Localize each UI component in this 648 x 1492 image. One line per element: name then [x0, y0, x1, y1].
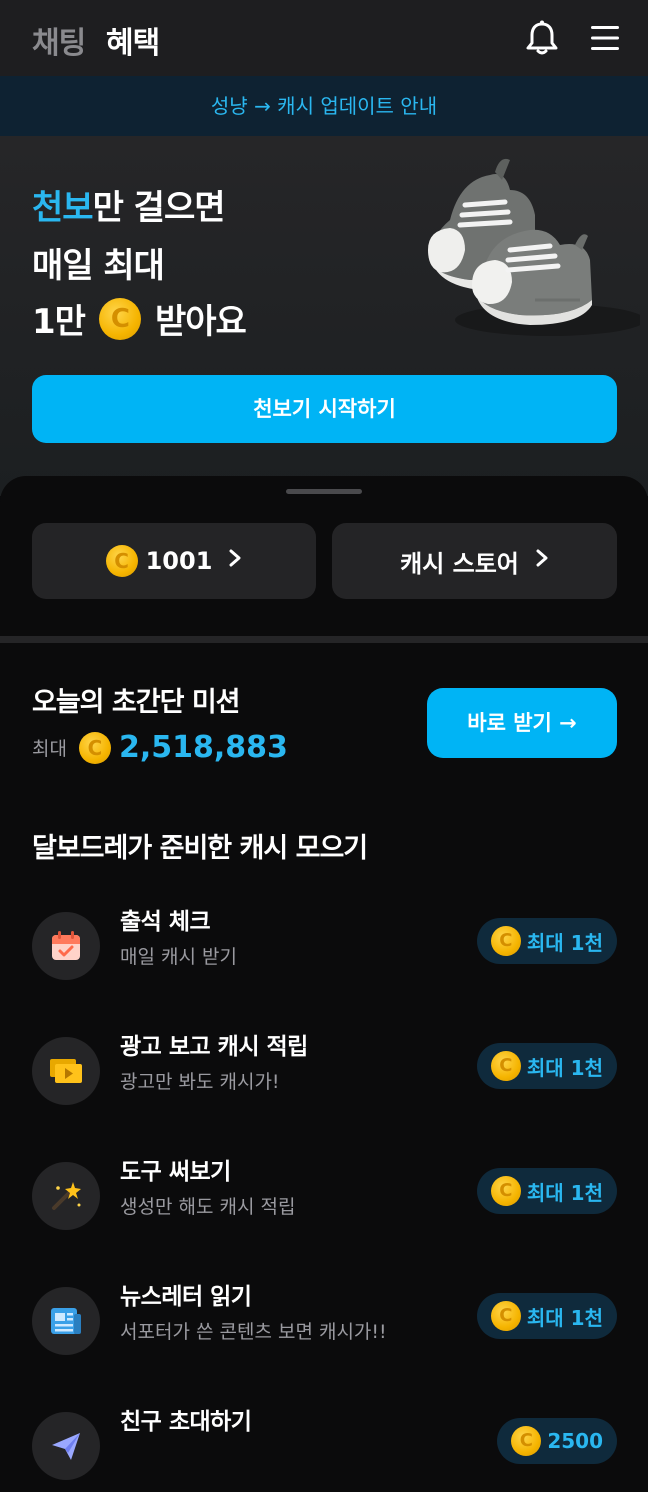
list-item-attendance[interactable]: 출석 체크 매일 캐시 받기 최대 1천 — [0, 902, 648, 992]
hero-line-2: 매일 최대 — [32, 246, 165, 286]
chevron-right-icon — [535, 548, 549, 574]
magic-wand-icon — [32, 1162, 100, 1230]
list-item-invite-friend[interactable]: 친구 초대하기 2500 — [0, 1402, 648, 1492]
item-title: 뉴스레터 읽기 — [120, 1284, 252, 1310]
hero-line-3-suffix: 받아요 — [154, 302, 247, 342]
list-item-newsletter[interactable]: 뉴스레터 읽기 서포터가 쓴 콘텐츠 보면 캐시가!! 최대 1천 — [0, 1277, 648, 1367]
reward-text: 최대 1천 — [526, 930, 603, 955]
item-title: 도구 써보기 — [120, 1159, 231, 1185]
coin-icon — [105, 545, 138, 577]
coin-icon — [490, 1301, 521, 1331]
reward-badge: 최대 1천 — [476, 1293, 617, 1339]
calendar-icon — [32, 912, 100, 980]
get-now-button[interactable]: 바로 받기 → — [427, 688, 617, 758]
tab-chatting[interactable]: 채팅 — [32, 18, 86, 62]
list-item-ad-reward[interactable]: 광고 보고 캐시 적립 광고만 봐도 캐시가! 최대 1천 — [0, 1027, 648, 1117]
reward-text: 최대 1천 — [526, 1180, 603, 1205]
item-subtitle: 매일 캐시 받기 — [120, 946, 237, 968]
cash-balance-value: 1001 — [145, 547, 213, 575]
hero-accent-text: 천보 — [32, 188, 94, 228]
hamburger-menu-icon[interactable] — [586, 18, 626, 58]
chevron-right-icon — [228, 548, 242, 574]
mission-amount: 2,518,883 — [118, 730, 288, 765]
mission-max-label: 최대 — [32, 738, 67, 760]
reward-badge: 최대 1천 — [476, 1168, 617, 1214]
item-title: 광고 보고 캐시 적립 — [120, 1034, 308, 1060]
reward-text: 최대 1천 — [526, 1305, 603, 1330]
item-subtitle: 서포터가 쓴 콘텐츠 보면 캐시가!! — [120, 1321, 387, 1343]
coin-icon — [490, 926, 521, 956]
hero-line-3-prefix: 1만 — [32, 302, 86, 342]
start-walking-button[interactable]: 천보기 시작하기 — [32, 375, 617, 443]
mission-reward: 최대 2,518,883 — [32, 730, 288, 765]
mission-title: 오늘의 초간단 미션 — [32, 687, 241, 718]
update-notice-banner[interactable]: 성냥 → 캐시 업데이트 안내 — [0, 76, 648, 136]
coin-icon — [490, 1176, 521, 1206]
hero-line-3: 1만 받아요 — [32, 294, 247, 343]
coin-icon — [98, 297, 141, 340]
sneakers-illustration — [428, 158, 640, 336]
reward-text: 최대 1천 — [526, 1055, 603, 1080]
reward-badge: 최대 1천 — [476, 1043, 617, 1089]
item-title: 친구 초대하기 — [120, 1409, 252, 1435]
video-ad-icon — [32, 1037, 100, 1105]
sheet-drag-handle[interactable] — [286, 489, 362, 494]
item-title: 출석 체크 — [120, 909, 211, 935]
coin-icon — [490, 1051, 521, 1081]
newspaper-icon — [32, 1287, 100, 1355]
cash-section-title: 달보드레가 준비한 캐시 모으기 — [32, 833, 368, 864]
cash-store-label: 캐시 스토어 — [400, 549, 519, 578]
top-bar: 채팅 혜택 — [0, 0, 648, 76]
cash-balance-button[interactable]: 1001 — [32, 523, 316, 599]
reward-badge: 최대 1천 — [476, 918, 617, 964]
tab-benefit[interactable]: 혜택 — [106, 18, 160, 62]
coin-icon — [78, 731, 111, 764]
list-item-tools[interactable]: 도구 써보기 생성만 해도 캐시 적립 최대 1천 — [0, 1152, 648, 1242]
item-subtitle: 생성만 해도 캐시 적립 — [120, 1196, 296, 1218]
hero-line-1-rest: 만 걸으면 — [92, 188, 226, 228]
cash-store-button[interactable]: 캐시 스토어 — [332, 523, 617, 599]
paper-plane-icon — [32, 1412, 100, 1480]
hero-line-1: 천보만 걸으면 — [32, 180, 226, 229]
item-subtitle: 광고만 봐도 캐시가! — [120, 1071, 280, 1093]
section-divider — [0, 636, 648, 643]
reward-badge: 2500 — [497, 1418, 617, 1464]
reward-text: 2500 — [547, 1429, 603, 1453]
bell-icon[interactable] — [522, 18, 562, 58]
